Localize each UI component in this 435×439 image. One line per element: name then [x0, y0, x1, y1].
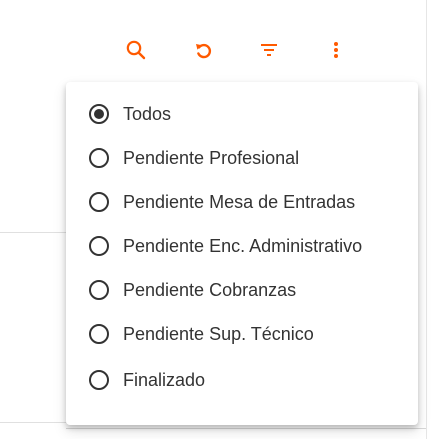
menu-item-label: Pendiente Mesa de Entradas	[123, 192, 356, 212]
undo-icon	[196, 43, 212, 59]
menu-item-label: Pendiente Cobranzas	[123, 280, 297, 300]
radio-unchecked-icon	[89, 370, 109, 390]
menu-item-pendiente-enc-administrativo[interactable]: Pendiente Enc. Administrativo	[66, 228, 418, 268]
background-divider	[66, 428, 426, 429]
toolbar	[0, 32, 435, 68]
background-divider	[0, 232, 66, 233]
menu-item-label: Pendiente Profesional	[123, 148, 300, 168]
menu-item-todos[interactable]: Todos	[66, 96, 418, 136]
menu-item-pendiente-sup-tecnico[interactable]: Pendiente Sup. Técnico	[66, 316, 418, 356]
menu-item-pendiente-profesional[interactable]: Pendiente Profesional	[66, 140, 418, 180]
menu-item-finalizado[interactable]: Finalizado	[66, 362, 418, 402]
menu-item-label: Todos	[123, 104, 172, 124]
radio-checked-icon	[89, 104, 109, 124]
menu-item-pendiente-mesa-de-entradas[interactable]: Pendiente Mesa de Entradas	[66, 184, 418, 224]
menu-item-pendiente-cobranzas[interactable]: Pendiente Cobranzas	[66, 272, 418, 312]
search-icon	[126, 40, 146, 60]
status-filter-menu: Todos Pendiente Profesional Pendiente Me…	[66, 82, 418, 425]
menu-item-label: Finalizado	[123, 370, 206, 390]
more-options-button[interactable]	[318, 32, 354, 68]
more-vert-icon	[334, 42, 338, 58]
menu-item-label: Pendiente Enc. Administrativo	[123, 236, 363, 256]
radio-unchecked-icon	[89, 236, 109, 256]
radio-unchecked-icon	[89, 148, 109, 168]
undo-button[interactable]	[185, 32, 221, 68]
search-button[interactable]	[118, 32, 154, 68]
background-divider	[0, 422, 66, 423]
radio-unchecked-icon	[89, 192, 109, 212]
filter-icon	[261, 44, 277, 56]
radio-unchecked-icon	[89, 324, 109, 344]
filter-button[interactable]	[251, 32, 287, 68]
page: Todos Pendiente Profesional Pendiente Me…	[0, 0, 435, 439]
radio-unchecked-icon	[89, 280, 109, 300]
menu-item-label: Pendiente Sup. Técnico	[123, 324, 314, 344]
